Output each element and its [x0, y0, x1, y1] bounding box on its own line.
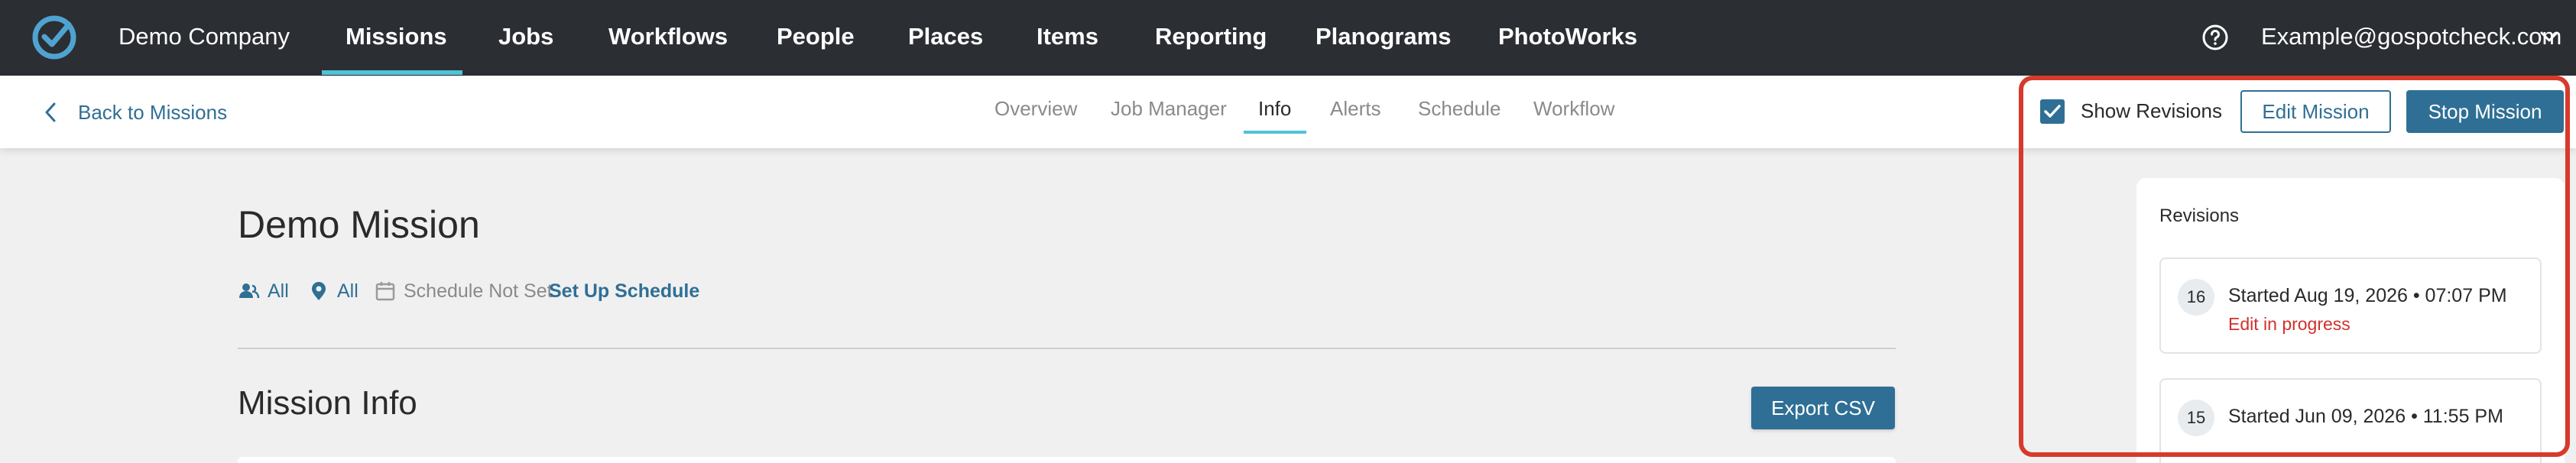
tab-workflow[interactable]: Workflow	[1533, 97, 1614, 121]
chevron-left-icon	[45, 102, 56, 122]
back-label: Back to Missions	[78, 100, 228, 124]
nav-workflows[interactable]: Workflows	[608, 23, 728, 50]
tab-overview[interactable]: Overview	[994, 97, 1077, 121]
mission-info-card	[238, 457, 1896, 463]
nav-photoworks[interactable]: PhotoWorks	[1498, 23, 1637, 50]
user-menu[interactable]: Example@gospotcheck.com	[2261, 23, 2561, 50]
highlight-annotation	[2019, 76, 2570, 457]
back-to-missions-link[interactable]: Back to Missions	[43, 99, 227, 126]
places-filter[interactable]: All	[308, 280, 358, 303]
help-icon[interactable]	[2201, 24, 2229, 51]
tab-alerts[interactable]: Alerts	[1330, 97, 1380, 121]
tab-job-manager[interactable]: Job Manager	[1111, 97, 1227, 121]
nav-reporting[interactable]: Reporting	[1155, 23, 1267, 50]
nav-planograms[interactable]: Planograms	[1316, 23, 1451, 50]
tab-schedule[interactable]: Schedule	[1418, 97, 1501, 121]
top-nav: Demo Company Missions Jobs Workflows Peo…	[0, 0, 2576, 76]
nav-items[interactable]: Items	[1037, 23, 1098, 50]
nav-places[interactable]: Places	[908, 23, 983, 50]
tab-info[interactable]: Info	[1258, 97, 1291, 121]
section-title: Mission Info	[238, 384, 417, 422]
schedule-status: Schedule Not Set	[375, 280, 553, 303]
page-title: Demo Mission	[238, 203, 480, 246]
chevron-down-icon[interactable]	[2539, 29, 2559, 44]
gospotcheck-logo-icon[interactable]	[31, 14, 78, 61]
nav-missions[interactable]: Missions	[346, 23, 447, 50]
active-nav-indicator	[322, 70, 462, 75]
calendar-icon	[375, 282, 395, 301]
set-up-schedule-link[interactable]: Set Up Schedule	[549, 280, 699, 303]
divider	[238, 348, 1896, 349]
active-tab-indicator	[1244, 131, 1306, 134]
nav-jobs[interactable]: Jobs	[498, 23, 553, 50]
people-icon	[239, 283, 260, 299]
export-csv-button[interactable]: Export CSV	[1751, 387, 1895, 429]
people-filter[interactable]: All	[238, 280, 289, 303]
location-pin-icon	[312, 282, 326, 300]
schedule-status-text: Schedule Not Set	[404, 280, 553, 302]
people-value: All	[268, 280, 289, 302]
places-value: All	[337, 280, 358, 302]
nav-people[interactable]: People	[777, 23, 855, 50]
company-name: Demo Company	[118, 23, 290, 50]
